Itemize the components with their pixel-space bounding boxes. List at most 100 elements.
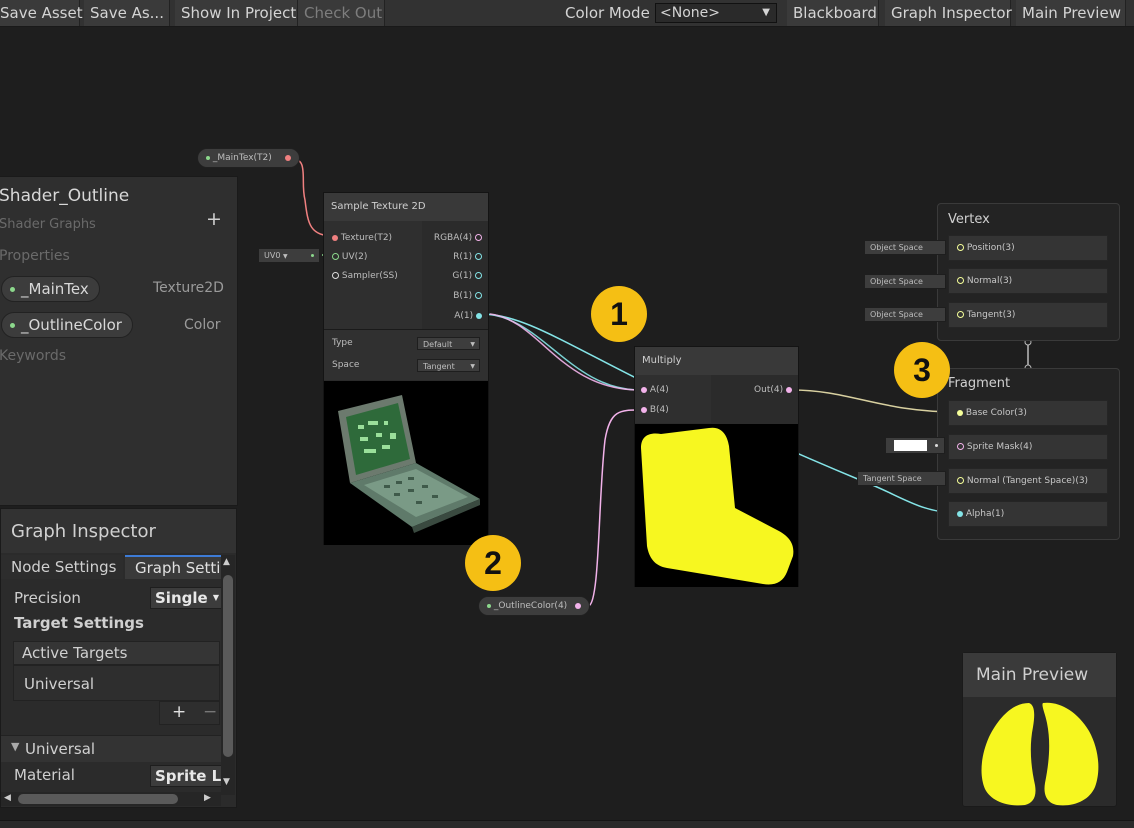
out-output-port[interactable]: Out(4)	[754, 385, 792, 395]
output-port-icon[interactable]	[575, 603, 581, 609]
precision-dropdown[interactable]: Single ▼	[150, 587, 222, 609]
sprite-mask-slot[interactable]: Sprite Mask(4)	[948, 434, 1108, 460]
tab-graph-settings[interactable]: Graph Settir	[125, 555, 221, 579]
step-badge-3: 3	[894, 342, 950, 398]
chair-preview-image	[641, 427, 794, 585]
type-dropdown[interactable]: Default ▼	[417, 337, 480, 350]
vertex-context[interactable]: Vertex Position(3) Normal(3) Tangent(3)	[937, 203, 1120, 341]
step-badge-2: 2	[465, 535, 521, 591]
alpha-slot[interactable]: Alpha(1)	[948, 501, 1108, 527]
tangent-slot[interactable]: Tangent(3)	[948, 302, 1108, 328]
material-dropdown[interactable]: Sprite Li	[150, 765, 222, 787]
inputs-area	[635, 375, 711, 423]
property-maintex[interactable]: _MainTex	[1, 276, 100, 302]
chevron-down-icon: ▼	[282, 253, 288, 260]
space-value: Tangent	[423, 362, 455, 371]
horizontal-scroll-thumb[interactable]	[18, 794, 178, 804]
slot-label: Normal (Tangent Space)(3)	[966, 476, 1089, 486]
normal-slot[interactable]: Normal(3)	[948, 268, 1108, 294]
scroll-left-icon[interactable]: ◀	[4, 793, 11, 803]
uv-input-port[interactable]: UV(2)	[332, 252, 367, 262]
g-output-port[interactable]: G(1)	[452, 271, 482, 281]
port-icon	[641, 386, 647, 393]
sprite-mask-color-field[interactable]	[885, 437, 945, 454]
main-preview-render	[981, 702, 1099, 806]
port-icon	[475, 292, 482, 299]
port-icon	[476, 312, 482, 319]
tab-node-settings[interactable]: Node Settings	[1, 555, 123, 579]
blackboard-title: Shader_Outline	[0, 186, 130, 206]
property-name: _MainTex	[21, 280, 89, 298]
scroll-right-icon[interactable]: ▶	[204, 793, 211, 803]
property-outlinecolor[interactable]: _OutlineColor	[1, 312, 133, 338]
add-property-button[interactable]: +	[206, 208, 222, 230]
blackboard-subtitle: Shader Graphs	[0, 217, 96, 232]
normal-space-field[interactable]: Tangent Space	[857, 471, 946, 486]
horizontal-scrollbar[interactable]: ◀ ▶	[1, 792, 221, 806]
a-input-port[interactable]: A(4)	[641, 385, 669, 395]
node-title: Multiply	[635, 347, 798, 375]
texture-input-port[interactable]: Texture(T2)	[332, 233, 392, 243]
normal-tangent-slot[interactable]: Normal (Tangent Space)(3)	[948, 468, 1108, 494]
uv-channel-field[interactable]: UV0 ▼	[258, 248, 320, 263]
property-dot-icon	[487, 603, 491, 608]
space-value: Object Space	[870, 277, 923, 286]
port-label: A(1)	[454, 311, 474, 321]
fragment-context[interactable]: Fragment Base Color(3) Sprite Mask(4) No…	[937, 368, 1120, 540]
inspector-title: Graph Inspector	[11, 521, 156, 542]
space-dropdown[interactable]: Tangent ▼	[417, 359, 480, 372]
sampler-input-port[interactable]: Sampler(SS)	[332, 271, 398, 281]
port-icon	[957, 510, 963, 517]
port-label: RGBA(4)	[433, 233, 473, 243]
position-slot[interactable]: Position(3)	[948, 235, 1108, 261]
target-item-universal[interactable]: Universal	[13, 665, 220, 701]
scroll-down-icon[interactable]: ▼	[223, 777, 230, 787]
b-input-port[interactable]: B(4)	[641, 405, 669, 415]
step-badge-1: 1	[591, 286, 647, 342]
normal-space-field[interactable]: Object Space	[864, 274, 946, 289]
property-dot-icon	[206, 155, 210, 160]
vertex-title: Vertex	[948, 212, 990, 227]
universal-foldout[interactable]: ▼ Universal	[1, 735, 221, 762]
port-icon	[475, 253, 482, 260]
uv-dot-icon	[311, 254, 314, 257]
chevron-down-icon: ▼	[470, 363, 475, 370]
outline-node-label: _OutlineColor(4)	[493, 601, 568, 611]
maintex-property-node[interactable]: _MainTex(T2)	[197, 148, 300, 168]
laptop-preview-image	[338, 395, 480, 533]
a-output-port[interactable]: A(1)	[454, 311, 482, 321]
scroll-up-icon[interactable]: ▲	[223, 557, 230, 567]
node-title: Sample Texture 2D	[324, 193, 488, 221]
add-target-button[interactable]: +	[172, 702, 186, 722]
base-color-slot[interactable]: Base Color(3)	[948, 400, 1108, 426]
remove-target-button[interactable]: −	[203, 702, 217, 722]
r-output-port[interactable]: R(1)	[453, 252, 482, 262]
chevron-down-icon: ▼	[212, 593, 219, 602]
position-space-field[interactable]: Object Space	[864, 240, 946, 255]
multiply-preview	[635, 424, 798, 587]
multiply-node[interactable]: Multiply A(4) B(4) Out(4)	[634, 346, 799, 587]
vertical-scrollbar[interactable]: ▲ ▼	[221, 555, 235, 795]
slot-label: Tangent(3)	[966, 310, 1016, 320]
sample-texture-2d-node[interactable]: Sample Texture 2D Texture(T2) UV(2) Samp…	[323, 192, 489, 545]
swatch-dot-icon	[935, 444, 938, 447]
port-label: B(4)	[649, 405, 669, 415]
foldout-arrow-icon: ▼	[11, 740, 20, 753]
type-label: Type	[332, 338, 353, 348]
property-name: _OutlineColor	[21, 316, 122, 334]
vertical-scroll-thumb[interactable]	[223, 575, 233, 757]
port-icon	[786, 386, 792, 393]
color-swatch[interactable]	[894, 440, 927, 451]
port-icon	[332, 234, 338, 241]
port-icon	[475, 272, 482, 279]
rgba-output-port[interactable]: RGBA(4)	[434, 233, 482, 243]
port-label: Out(4)	[754, 385, 784, 395]
port-label: R(1)	[453, 252, 473, 262]
slot-label: Normal(3)	[966, 276, 1013, 286]
slot-label: Alpha(1)	[965, 509, 1005, 519]
tangent-space-field[interactable]: Object Space	[864, 307, 946, 322]
b-output-port[interactable]: B(1)	[453, 291, 482, 301]
outline-color-property-node[interactable]: _OutlineColor(4)	[478, 596, 590, 616]
output-port-icon[interactable]	[285, 155, 291, 161]
node-settings: Type Default ▼ Space Tangent ▼	[324, 329, 488, 380]
